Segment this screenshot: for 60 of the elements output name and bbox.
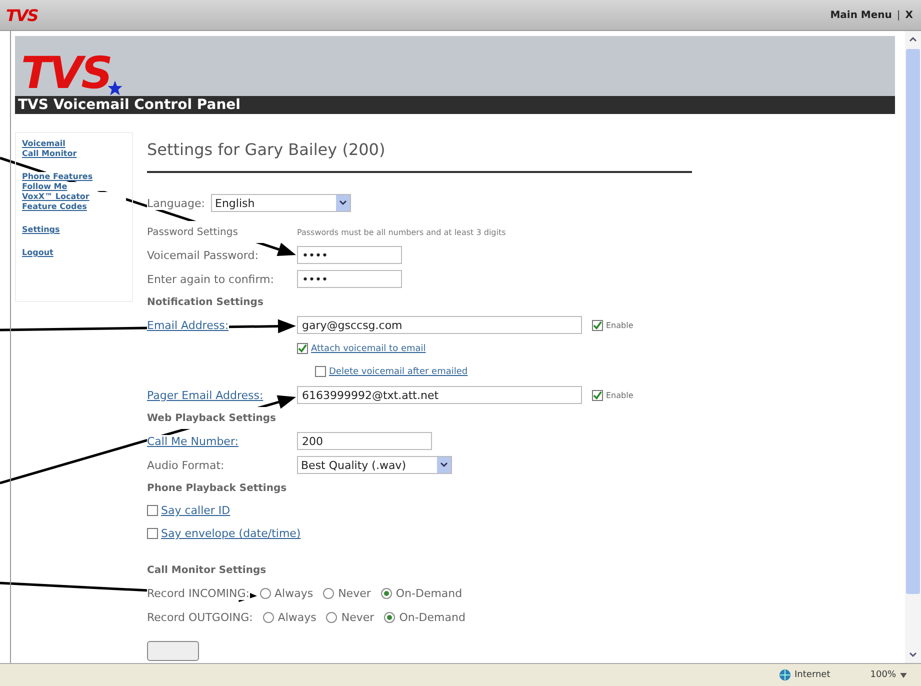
radio-button[interactable]	[380, 588, 392, 598]
checkbox-label-link[interactable]: Say caller ID	[161, 504, 230, 517]
checkbox-label-link[interactable]: Delete voicemail after emailed	[329, 366, 468, 376]
radio-label: Never	[341, 610, 374, 624]
checkbox[interactable]	[147, 505, 158, 516]
pager-email-field[interactable]: 6163999992@txt.att.net	[297, 386, 582, 404]
field-label: Record INCOMING:	[147, 586, 250, 600]
caret-icon	[900, 672, 907, 678]
panel-title: TVS Voicemail Control Panel	[15, 96, 895, 114]
field-label: Enter again to confirm:	[147, 272, 274, 286]
enable-checkbox[interactable]	[592, 390, 603, 400]
call-me-field[interactable]: 200	[297, 432, 432, 450]
caret-icon	[440, 462, 448, 468]
caret-icon	[339, 200, 347, 206]
checkbox-label-link[interactable]: Attach voicemail to email	[311, 344, 426, 354]
zoom-control[interactable]: 100%	[870, 670, 907, 680]
language-select[interactable]: English	[211, 194, 351, 212]
radio-button[interactable]	[262, 612, 274, 622]
field-label: Voicemail Password:	[147, 248, 258, 262]
radio-label: Always	[274, 586, 314, 600]
scroll-up-icon[interactable]	[909, 36, 917, 42]
field-label-link[interactable]: Pager Email Address:	[147, 388, 264, 402]
checkbox[interactable]	[315, 366, 326, 377]
enable-checkbox[interactable]	[592, 320, 603, 330]
password-field[interactable]: ••••	[297, 270, 402, 288]
radio-button[interactable]	[260, 588, 271, 598]
globe-icon	[778, 669, 791, 681]
logo: TVS	[6, 6, 38, 24]
checkbox-label: Enable	[606, 390, 634, 400]
field-label: Language:	[147, 196, 205, 210]
radio-label: Never	[338, 586, 371, 600]
form-button[interactable]	[147, 641, 199, 661]
zone-text: Internet	[794, 670, 830, 680]
checkbox-label: Enable	[606, 320, 634, 330]
separator: |	[896, 10, 900, 20]
checkbox[interactable]	[147, 528, 158, 539]
checkbox[interactable]	[297, 343, 308, 354]
nav-link[interactable]: VoxX™ Locator	[22, 192, 126, 201]
page-title: Settings for Gary Bailey (200)	[147, 140, 386, 159]
field-label-link[interactable]: Email Address:	[147, 318, 229, 332]
field-label: Audio Format:	[147, 458, 224, 472]
close-link[interactable]: X	[905, 10, 913, 20]
scroll-down-icon[interactable]	[909, 652, 917, 658]
radio-button[interactable]	[326, 612, 338, 622]
radio-button[interactable]	[384, 612, 396, 622]
radio-label: On-Demand	[399, 610, 466, 624]
scrollbar[interactable]	[905, 31, 921, 663]
audio-format-select[interactable]: Best Quality (.wav)	[297, 456, 452, 474]
radio-label: On-Demand	[396, 586, 462, 600]
radio-button[interactable]	[323, 588, 334, 598]
checkbox-label-link[interactable]: Say envelope (date/time)	[161, 527, 301, 540]
email-field[interactable]: gary@gsccsg.com	[297, 316, 582, 334]
section-heading: Web Playback Settings	[147, 407, 276, 429]
hint-text: Passwords must be all numbers and at least 3 digits	[297, 228, 506, 236]
logo: TVS	[21, 52, 111, 96]
main-menu-link[interactable]: Main Menu	[830, 10, 892, 20]
password-field[interactable]: ••••	[297, 246, 402, 264]
field-label-link[interactable]: Call Me Number:	[147, 434, 238, 448]
radio-label: Always	[278, 610, 316, 624]
field-label: Record OUTGOING:	[147, 610, 253, 624]
